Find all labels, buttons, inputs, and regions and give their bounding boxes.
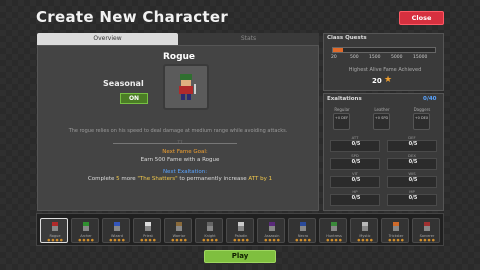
class-sprite-icon bbox=[362, 222, 368, 231]
stat-wis: WIS 0/5 bbox=[387, 171, 437, 188]
class-sprite-icon bbox=[393, 222, 399, 231]
fame-goal-title: Next Fame Goal: bbox=[162, 149, 208, 155]
class-slot-rogue[interactable]: Rogue ● ● ● ● bbox=[40, 218, 68, 243]
class-description: The rogue relies on his speed to deal da… bbox=[68, 128, 288, 134]
stat-mp: MP 0/5 bbox=[387, 189, 437, 206]
quest-tick: 5000 bbox=[391, 55, 403, 60]
fame-goal-text: Earn 500 Fame with a Rogue bbox=[140, 157, 220, 163]
stat-dex: DEX 0/5 bbox=[387, 153, 437, 170]
class-stars-icon: ● ● ● ● bbox=[202, 238, 218, 242]
star-icon: ★ bbox=[384, 75, 393, 85]
class-sprite-icon bbox=[424, 222, 430, 231]
exaltations-title: Exaltations bbox=[327, 96, 362, 102]
stat-att: ATT 0/5 bbox=[330, 135, 380, 152]
next-exaltation-title: Next Exaltation: bbox=[162, 169, 208, 175]
exaltation-badge-icon: +0 DEX bbox=[413, 113, 430, 130]
rogue-sprite-icon bbox=[179, 74, 196, 100]
quest-tick: 500 bbox=[350, 55, 359, 60]
class-stars-icon: ● ● ● ● bbox=[295, 238, 311, 242]
tab-overview[interactable]: Overview bbox=[37, 33, 178, 45]
exaltation-category: Leather bbox=[374, 107, 390, 112]
class-sprite-icon bbox=[300, 222, 306, 231]
exaltations-count: 0/40 bbox=[423, 96, 437, 102]
class-stars-icon: ● ● ● ● bbox=[326, 238, 342, 242]
character-name: Rogue bbox=[162, 52, 196, 62]
class-quests-title: Class Quests bbox=[327, 35, 367, 41]
quest-tick: 1500 bbox=[369, 55, 381, 60]
highest-fame-label: Highest Alive Fame Achieved bbox=[348, 67, 422, 73]
class-slot-wizard[interactable]: Wizard ● ● ● ● bbox=[102, 218, 130, 243]
class-sprite-icon bbox=[269, 222, 275, 231]
class-slot-archer[interactable]: Archer ● ● ● ● bbox=[71, 218, 99, 243]
close-button[interactable]: Close bbox=[399, 11, 444, 25]
class-quests-progress-bar bbox=[332, 47, 436, 53]
class-quests-progress-fill bbox=[333, 48, 343, 52]
class-slot-sorcerer[interactable]: Sorcerer ● ● ● ● bbox=[412, 218, 440, 243]
class-sprite-icon bbox=[83, 222, 89, 231]
class-stars-icon: ● ● ● ● bbox=[357, 238, 373, 242]
exaltation-category: Daggers bbox=[413, 107, 431, 112]
exaltation-badge-icon: +0 SPD bbox=[373, 113, 390, 130]
exaltation-category: Regular bbox=[334, 107, 350, 112]
divider bbox=[113, 143, 237, 144]
seasonal-toggle[interactable]: ON bbox=[120, 93, 148, 104]
class-slot-assassin[interactable]: Assassin ● ● ● ● bbox=[257, 218, 285, 243]
class-stars-count: 20 bbox=[372, 77, 382, 85]
class-sprite-icon bbox=[114, 222, 120, 231]
class-stars-icon: ● ● ● ● bbox=[419, 238, 435, 242]
quest-tick: 20 bbox=[331, 55, 337, 60]
seasonal-label: Seasonal bbox=[103, 79, 144, 88]
class-stars-icon: ● ● ● ● bbox=[47, 238, 63, 242]
class-slot-huntress[interactable]: Huntress ● ● ● ● bbox=[319, 218, 347, 243]
class-slot-mystic[interactable]: Mystic ● ● ● ● bbox=[350, 218, 378, 243]
class-sprite-icon bbox=[331, 222, 337, 231]
class-slot-trickster[interactable]: Trickster ● ● ● ● bbox=[381, 218, 409, 243]
class-slot-knight[interactable]: Knight ● ● ● ● bbox=[195, 218, 223, 243]
class-slot-warrior[interactable]: Warrior ● ● ● ● bbox=[164, 218, 192, 243]
next-exaltation-text: Complete 5 more "The Shatters" to perman… bbox=[87, 176, 273, 182]
page-title: Create New Character bbox=[36, 8, 229, 26]
class-slot-priest[interactable]: Priest ● ● ● ● bbox=[133, 218, 161, 243]
class-sprite-icon bbox=[238, 222, 244, 231]
class-stars-icon: ● ● ● ● bbox=[264, 238, 280, 242]
class-stars-icon: ● ● ● ● bbox=[233, 238, 249, 242]
class-stars-icon: ● ● ● ● bbox=[388, 238, 404, 242]
tab-stats[interactable]: Stats bbox=[178, 33, 319, 45]
exaltation-badge-icon: +0 DEF bbox=[333, 113, 350, 130]
class-stars-icon: ● ● ● ● bbox=[109, 238, 125, 242]
stat-hp: HP 0/5 bbox=[330, 189, 380, 206]
class-stars-icon: ● ● ● ● bbox=[140, 238, 156, 242]
class-slot-paladin[interactable]: Paladin ● ● ● ● bbox=[226, 218, 254, 243]
quest-tick: 15000 bbox=[413, 55, 428, 60]
class-sprite-icon bbox=[52, 222, 58, 231]
stat-def: DEF 0/5 bbox=[387, 135, 437, 152]
tab-bar: Overview Stats bbox=[37, 33, 319, 45]
class-slot-necro[interactable]: Necro ● ● ● ● bbox=[288, 218, 316, 243]
class-sprite-icon bbox=[207, 222, 213, 231]
class-stars-icon: ● ● ● ● bbox=[78, 238, 94, 242]
stat-vit: VIT 0/5 bbox=[330, 171, 380, 188]
play-button[interactable]: Play bbox=[204, 250, 276, 263]
stat-spd: SPD 0/5 bbox=[330, 153, 380, 170]
class-sprite-icon bbox=[176, 222, 182, 231]
class-stars-icon: ● ● ● ● bbox=[171, 238, 187, 242]
class-sprite-icon bbox=[145, 222, 151, 231]
character-portrait bbox=[163, 64, 209, 110]
